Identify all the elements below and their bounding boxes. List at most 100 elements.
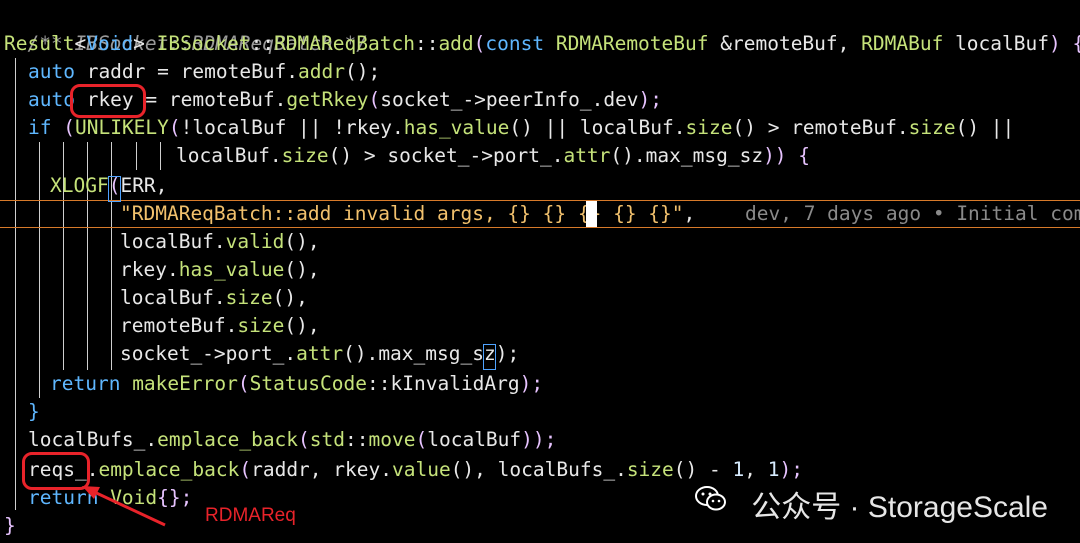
wechat-icon — [695, 486, 726, 511]
annotation-circle-reqs — [22, 452, 90, 490]
token: . — [225, 314, 238, 337]
code-line-15[interactable]: } — [28, 398, 40, 426]
token: . — [213, 230, 226, 253]
token: localBuf — [120, 230, 214, 253]
token: . — [896, 116, 909, 139]
token: < — [74, 32, 87, 55]
code-line-13[interactable]: socket_->port_.attr().max_msg_sz); — [120, 340, 519, 368]
code-line-6[interactable]: localBuf.size() > socket_->port_.attr().… — [176, 142, 810, 170]
token: localBufs_ — [497, 458, 616, 481]
code-line-12[interactable]: remoteBuf.size(), — [120, 312, 320, 340]
token: :: — [345, 428, 369, 451]
git-blame-annotation: dev, 7 days ago • Initial comm — [745, 202, 1080, 225]
token: has_value — [178, 258, 285, 281]
token: socket_->peerInfo_.dev — [380, 88, 639, 111]
token: RDMARemoteBuf — [555, 32, 721, 55]
token: Result — [4, 32, 75, 55]
token: RDMAReqBatch — [274, 32, 415, 55]
code-line-16[interactable]: localBufs_.emplace_back(std::move(localB… — [28, 426, 556, 454]
code-line-14[interactable]: return makeError(StatusCode::kInvalidArg… — [50, 370, 543, 398]
code-line-1[interactable]: /** IBSocket::RDMAReqBatch */ — [4, 2, 367, 55]
token: )) — [763, 144, 799, 167]
code-line-9[interactable]: localBuf.valid(), — [120, 228, 320, 256]
token: move — [368, 428, 416, 451]
string-literal: "RDMAReqBatch::add invalid args, {} {} {… — [120, 202, 684, 225]
token: valid — [225, 230, 285, 253]
token: ( — [168, 116, 181, 139]
token: } — [4, 514, 16, 537]
token: . — [286, 60, 299, 83]
token: {}; — [157, 486, 193, 509]
bracket-match-box — [483, 344, 496, 370]
indent-guide — [39, 142, 40, 398]
watermark-text: 公众号 · StorageScale — [751, 491, 1048, 524]
indent-guide — [15, 58, 16, 510]
token: ( — [368, 88, 381, 111]
token: )); — [521, 428, 557, 451]
token: std — [309, 428, 346, 451]
token: { — [1072, 32, 1080, 55]
token: return — [50, 372, 133, 395]
token: (), — [284, 314, 320, 337]
token: ( — [63, 116, 75, 139]
token: socket_->port_. — [387, 144, 564, 167]
token: ( — [415, 428, 428, 451]
token: (), — [450, 458, 498, 481]
code-line-19[interactable]: } — [4, 512, 16, 540]
token: ( — [298, 428, 310, 451]
code-line-11[interactable]: localBuf.size(), — [120, 284, 308, 312]
indent-guide — [160, 142, 161, 170]
token: , — [683, 202, 696, 225]
token: ( — [237, 372, 250, 395]
token: StatusCode — [249, 372, 368, 395]
token: localBufs_ — [28, 428, 146, 451]
indent-guide — [136, 142, 137, 170]
token: > — [133, 32, 157, 55]
token: &remoteBuf, — [720, 32, 862, 55]
code-line-10[interactable]: rkey.has_value(), — [120, 256, 320, 284]
token: :: — [414, 32, 439, 55]
code-line-5[interactable]: if (UNLIKELY(!localBuf || !rkey.has_valu… — [28, 114, 1014, 142]
token: RDMABuf — [861, 32, 956, 55]
token: max_msg_sz — [378, 342, 496, 365]
token: rkey — [120, 258, 167, 281]
token: localBuf — [120, 286, 214, 309]
token: :: — [367, 372, 391, 395]
code-line-17[interactable]: reqs_.emplace_back(raddr, rkey.value(), … — [28, 456, 803, 484]
token: if — [28, 116, 64, 139]
token: localBuf — [427, 428, 522, 451]
token: localBuf — [176, 144, 270, 167]
token: , — [744, 458, 768, 481]
annotation-circle-rkey — [70, 84, 146, 118]
code-line-2[interactable]: Result<Void> IBSocket::RDMAReqBatch::add… — [4, 30, 1080, 58]
code-line-8[interactable]: "RDMAReqBatch::add invalid args, {} {} {… — [120, 200, 695, 228]
token: (), — [284, 258, 320, 281]
token: . — [615, 458, 627, 481]
token: max_msg_sz — [645, 144, 764, 167]
token: localBuf — [955, 32, 1049, 55]
token: ERR, — [120, 174, 168, 197]
token: attr — [563, 144, 611, 167]
token: () > — [328, 144, 388, 167]
token: (), — [272, 286, 308, 309]
token: raddr = — [86, 60, 181, 83]
token: remoteBuf — [791, 116, 897, 139]
token: . — [269, 144, 282, 167]
token: size — [685, 116, 733, 139]
token: attr — [296, 342, 344, 365]
code-line-3[interactable]: auto raddr = remoteBuf.addr(); — [28, 58, 380, 86]
token: size — [237, 314, 285, 337]
token: localBuf — [579, 116, 674, 139]
token: size — [626, 458, 674, 481]
token: ); — [779, 458, 803, 481]
token: () > — [732, 116, 792, 139]
token: (). — [610, 144, 646, 167]
token: (). — [343, 342, 379, 365]
token: () - — [673, 458, 733, 481]
token: ); — [495, 342, 520, 365]
token: (); — [345, 60, 381, 83]
token: auto — [28, 60, 87, 83]
token: 1 — [732, 458, 745, 481]
token: makeError — [132, 372, 238, 395]
token: has_value — [403, 116, 510, 139]
